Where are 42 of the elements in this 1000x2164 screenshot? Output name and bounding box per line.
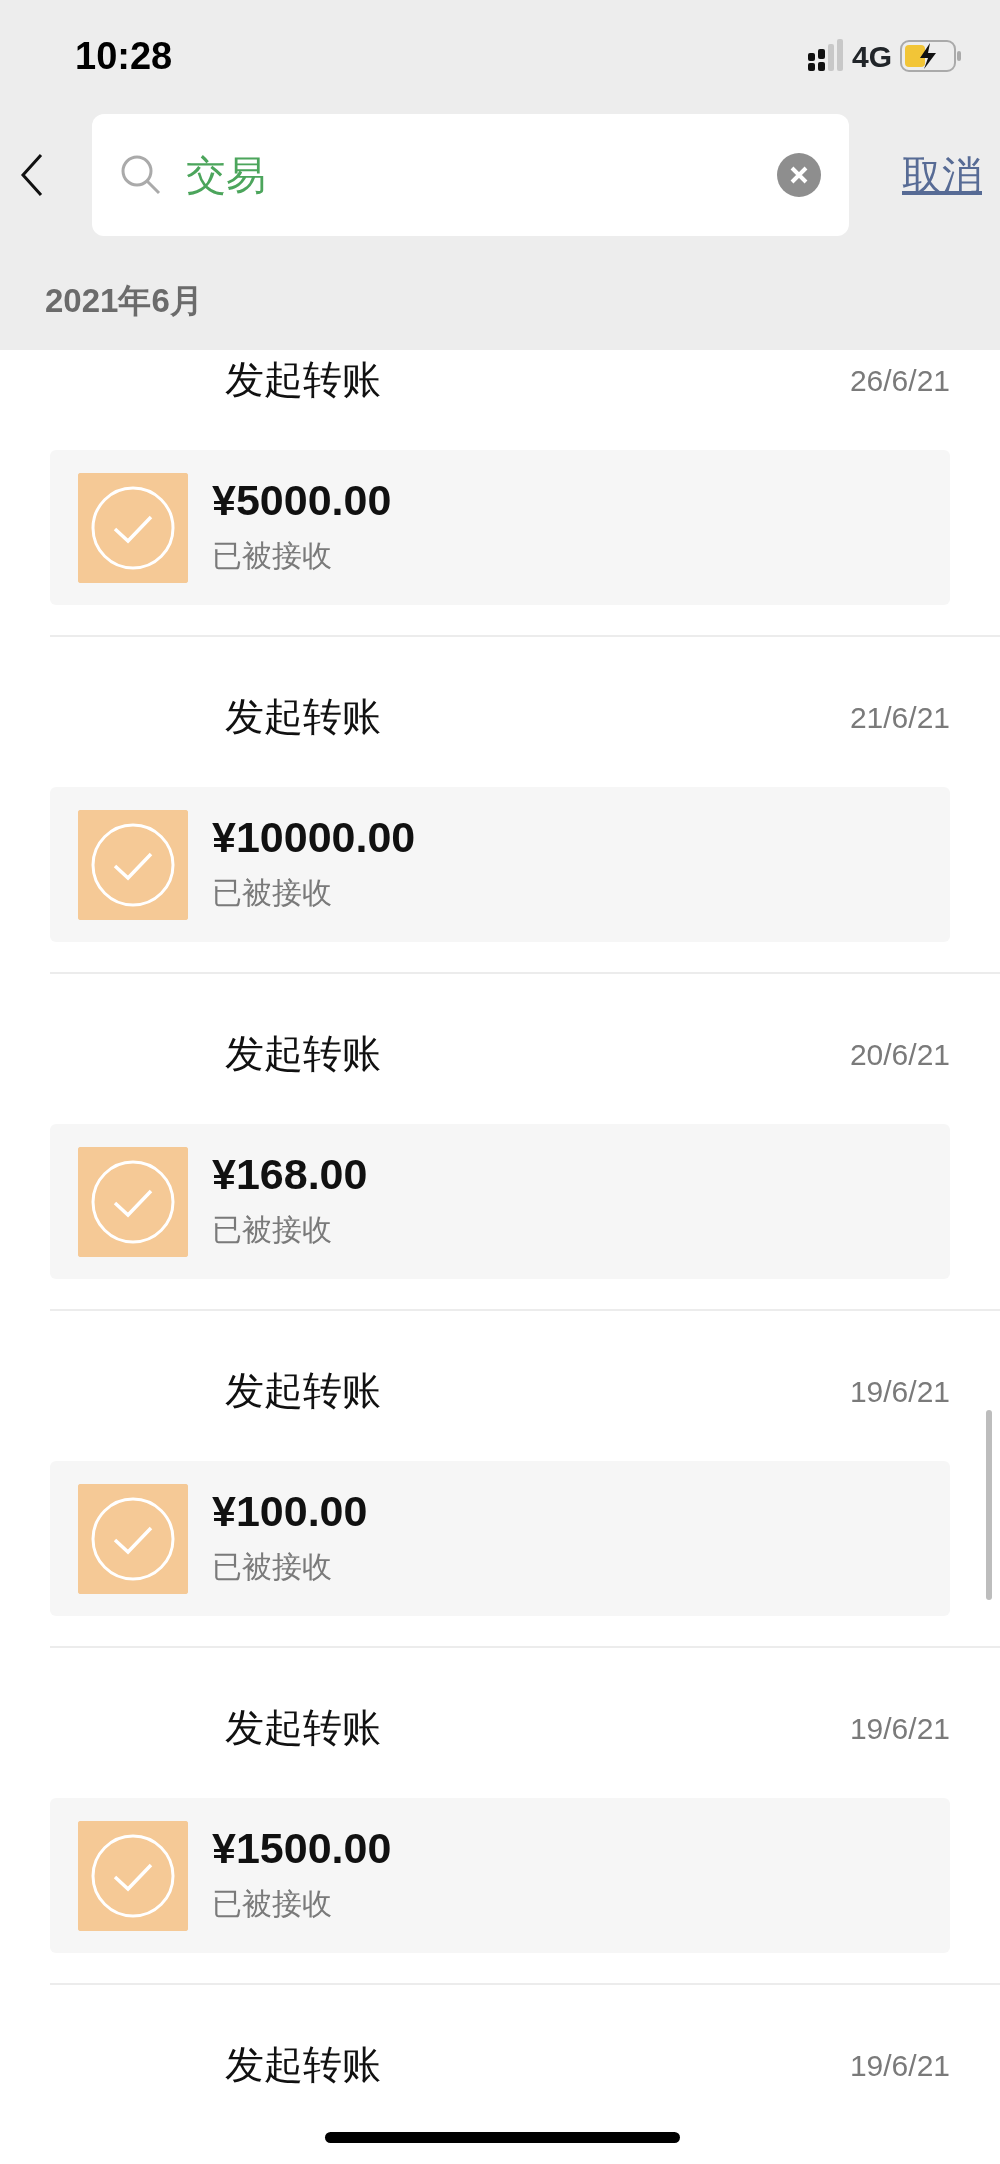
- transaction-title: 发起转账: [225, 356, 381, 403]
- transfer-status: 已被接收: [212, 1885, 333, 1922]
- transaction-date: 21/6/21: [849, 699, 950, 736]
- transaction-title: 发起转账: [225, 1704, 381, 1751]
- transfer-status: 已被接收: [212, 1211, 333, 1248]
- transaction-date: 26/6/21: [849, 362, 950, 399]
- status-time: 10:28: [75, 33, 173, 79]
- back-icon[interactable]: [20, 153, 44, 197]
- check-circle-icon: [78, 1146, 188, 1257]
- transfer-card[interactable]: ¥100.00 已被接收: [50, 1461, 950, 1616]
- cancel-link[interactable]: 取消: [902, 145, 982, 205]
- transfer-card[interactable]: ¥5000.00 已被接收: [50, 450, 950, 605]
- transfer-card[interactable]: ¥168.00 已被接收: [50, 1124, 950, 1279]
- amount: ¥10000.00: [212, 814, 416, 862]
- transfer-status: 已被接收: [212, 537, 333, 574]
- check-circle-icon: [78, 809, 188, 920]
- network-label: 4G: [851, 38, 892, 75]
- search-icon: [120, 154, 162, 196]
- transfer-status: 已被接收: [212, 874, 333, 911]
- transaction-date: 19/6/21: [849, 1373, 950, 1410]
- transaction-title: 发起转账: [225, 1030, 381, 1077]
- transaction-title: 发起转账: [225, 693, 381, 740]
- transfer-card[interactable]: ¥10000.00 已被接收: [50, 787, 950, 942]
- transfer-card[interactable]: ¥1500.00 已被接收: [50, 1798, 950, 1953]
- search-query: 交易: [186, 152, 267, 199]
- section-header: 2021年6月: [44, 281, 204, 321]
- check-circle-icon: [78, 472, 188, 583]
- transaction-title: 发起转账: [225, 1367, 381, 1414]
- check-circle-icon: [78, 1820, 188, 1931]
- transaction-date: 19/6/21: [849, 1710, 950, 1747]
- battery-icon: [900, 40, 962, 72]
- amount: ¥168.00: [212, 1151, 368, 1199]
- transfer-status: 已被接收: [212, 1548, 333, 1585]
- amount: ¥100.00: [212, 1488, 368, 1536]
- clear-icon[interactable]: [777, 153, 821, 197]
- amount: ¥1500.00: [212, 1825, 392, 1873]
- check-circle-icon: [78, 1483, 188, 1594]
- amount: ¥5000.00: [212, 477, 392, 525]
- transaction-date: 20/6/21: [849, 1036, 950, 1073]
- signal-icon: [807, 39, 844, 73]
- transaction-title: 发起转账: [225, 2041, 381, 2088]
- transaction-date: 19/6/21: [849, 2047, 950, 2084]
